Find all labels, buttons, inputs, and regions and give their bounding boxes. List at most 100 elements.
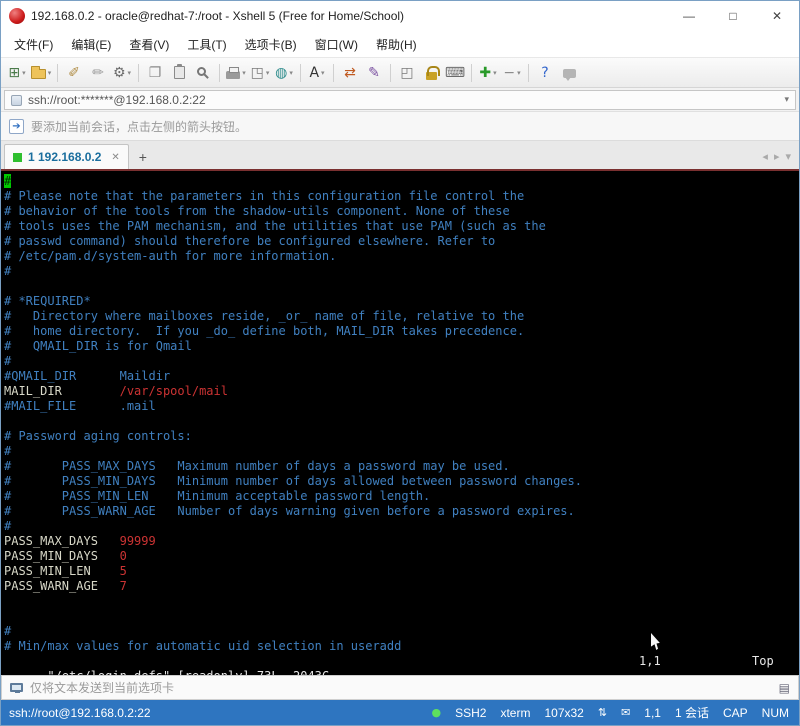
- terminal-line: # Please note that the parameters in thi…: [4, 189, 799, 204]
- help-icon-glyph: ?: [541, 66, 548, 80]
- menu-tab[interactable]: 选项卡(B): [236, 32, 306, 57]
- minimize-button[interactable]: —: [667, 1, 711, 31]
- soft-keyboard-icon-glyph: ⌨: [445, 66, 465, 80]
- terminal-line: #: [4, 624, 799, 639]
- tab-scroll-right-icon[interactable]: ▸: [774, 150, 780, 163]
- menu-edit[interactable]: 编辑(E): [62, 32, 120, 57]
- web-browser-icon-glyph: ◍: [275, 66, 287, 80]
- zoom-out-icon[interactable]: −▾: [501, 61, 523, 85]
- terminal-line: #: [4, 264, 799, 279]
- toolbar-separator: [390, 64, 391, 82]
- menu-tools[interactable]: 工具(T): [178, 32, 235, 57]
- session-properties-icon[interactable]: ⚙▾: [111, 61, 133, 85]
- zoom-out-icon-glyph: −: [503, 66, 515, 80]
- screen-capture-icon[interactable]: ◳▾: [249, 61, 271, 85]
- zoom-in-icon[interactable]: ✚▾: [477, 61, 499, 85]
- address-dropdown-icon[interactable]: ▾: [784, 95, 789, 105]
- lock-screen-icon[interactable]: [420, 61, 442, 85]
- paste-icon-glyph: [174, 66, 185, 79]
- terminal-line: PASS_WARN_AGE 7: [4, 579, 799, 594]
- maximize-button[interactable]: □: [711, 1, 755, 31]
- terminal-line: # PASS_MIN_DAYS Minimum number of days a…: [4, 474, 799, 489]
- menu-view[interactable]: 查看(V): [120, 32, 178, 57]
- terminal-line: # behavior of the tools from the shadow-…: [4, 204, 799, 219]
- send-to-tab-icon: [10, 683, 23, 692]
- statusbar-session-count: 1 会话: [675, 704, 709, 721]
- dropdown-caret-icon[interactable]: ▾: [321, 69, 325, 77]
- menu-help[interactable]: 帮助(H): [367, 32, 426, 57]
- dropdown-caret-icon[interactable]: ▾: [48, 69, 52, 77]
- dropdown-caret-icon[interactable]: ▾: [493, 69, 497, 77]
- dropdown-caret-icon[interactable]: ▾: [266, 69, 270, 77]
- terminal-line: # Password aging controls:: [4, 429, 799, 444]
- terminal-line: # Min/max values for automatic uid selec…: [4, 639, 799, 654]
- file-transfer-icon-glyph: ⇄: [344, 66, 356, 80]
- terminal-line: #: [4, 354, 799, 369]
- dropdown-caret-icon[interactable]: ▾: [128, 69, 132, 77]
- web-browser-icon[interactable]: ◍▾: [273, 61, 295, 85]
- terminal-line: #: [4, 519, 799, 534]
- tab-nav: ◂ ▸ ▾: [762, 150, 799, 169]
- toolbar-separator: [138, 64, 139, 82]
- terminal-line: #QMAIL_DIR Maildir: [4, 369, 799, 384]
- terminal-line: [4, 609, 799, 624]
- terminal-line: # Directory where mailboxes reside, _or_…: [4, 309, 799, 324]
- screen-capture-icon-glyph: ◳: [251, 66, 264, 80]
- terminal-cursor: #: [4, 174, 11, 188]
- tab-session-1[interactable]: 1 192.168.0.2 ✕: [4, 144, 129, 169]
- send-bar[interactable]: 仅将文本发送到当前选项卡 ▤: [1, 675, 799, 700]
- tab-close-icon[interactable]: ✕: [111, 152, 119, 163]
- tab-scroll-left-icon[interactable]: ◂: [762, 150, 768, 163]
- menu-file[interactable]: 文件(F): [5, 32, 62, 57]
- dropdown-caret-icon[interactable]: ▾: [517, 69, 521, 77]
- vim-status-line: "/etc/login.defs" [readonly] 73L, 2043C …: [4, 654, 799, 669]
- new-tab-button[interactable]: +: [133, 147, 153, 167]
- address-row: ssh://root:*******@192.168.0.2:22 ▾: [1, 88, 799, 112]
- dropdown-caret-icon[interactable]: ▾: [289, 69, 293, 77]
- pencil-icon[interactable]: ✏: [87, 61, 109, 85]
- dropdown-caret-icon[interactable]: ▾: [242, 69, 246, 77]
- dropdown-caret-icon[interactable]: ▾: [22, 69, 26, 77]
- caption-buttons: — □ ✕: [667, 1, 799, 31]
- terminal[interactable]: ## Please note that the parameters in th…: [1, 171, 799, 675]
- terminal-line: [4, 414, 799, 429]
- help-icon[interactable]: ?: [534, 61, 556, 85]
- copy-icon[interactable]: ❐: [144, 61, 166, 85]
- terminal-line: # PASS_WARN_AGE Number of days warning g…: [4, 504, 799, 519]
- statusbar-size: 107x32: [544, 706, 583, 720]
- feedback-icon[interactable]: [558, 61, 580, 85]
- terminal-line: #: [4, 174, 799, 189]
- file-transfer-icon[interactable]: ⇄: [339, 61, 361, 85]
- open-folder-icon[interactable]: ▾: [30, 61, 52, 85]
- panel-toggle-icon[interactable]: ▤: [779, 681, 790, 695]
- fullscreen-icon[interactable]: ◰: [396, 61, 418, 85]
- menu-window[interactable]: 窗口(W): [306, 32, 367, 57]
- paste-icon[interactable]: [168, 61, 190, 85]
- terminal-line: [4, 594, 799, 609]
- toolbar: ⊞▾▾✐✏⚙▾❐▾◳▾◍▾A▾⇄✎◰⌨✚▾−▾?: [1, 58, 799, 88]
- info-bar-text: 要添加当前会话，点击左侧的箭头按钮。: [31, 118, 247, 135]
- find-icon[interactable]: [192, 61, 214, 85]
- new-session-icon[interactable]: ⊞▾: [6, 61, 28, 85]
- add-session-arrow-icon[interactable]: ➔: [9, 119, 24, 134]
- terminal-line: PASS_MIN_LEN 5: [4, 564, 799, 579]
- tab-label: 1 192.168.0.2: [28, 150, 101, 164]
- vim-ruler: 1,1: [639, 654, 661, 669]
- tab-list-icon[interactable]: ▾: [785, 150, 791, 163]
- print-icon[interactable]: ▾: [225, 61, 247, 85]
- soft-keyboard-icon[interactable]: ⌨: [444, 61, 466, 85]
- open-folder-icon-glyph: [31, 69, 46, 79]
- statusbar-caps-indicator: CAP: [723, 706, 748, 720]
- address-text: ssh://root:*******@192.168.0.2:22: [28, 93, 206, 107]
- terminal-line: PASS_MIN_DAYS 0: [4, 549, 799, 564]
- address-bar[interactable]: ssh://root:*******@192.168.0.2:22 ▾: [4, 90, 796, 110]
- compose-icon[interactable]: ✎: [363, 61, 385, 85]
- find-icon-glyph: [197, 67, 206, 76]
- close-button[interactable]: ✕: [755, 1, 799, 31]
- terminal-line: [4, 279, 799, 294]
- font-icon[interactable]: A▾: [306, 61, 328, 85]
- terminal-line: #: [4, 444, 799, 459]
- status-bar: ssh://root@192.168.0.2:22 ●SSH2xterm107x…: [1, 700, 799, 725]
- paintbrush-icon[interactable]: ✐: [63, 61, 85, 85]
- terminal-line: MAIL_DIR /var/spool/mail: [4, 384, 799, 399]
